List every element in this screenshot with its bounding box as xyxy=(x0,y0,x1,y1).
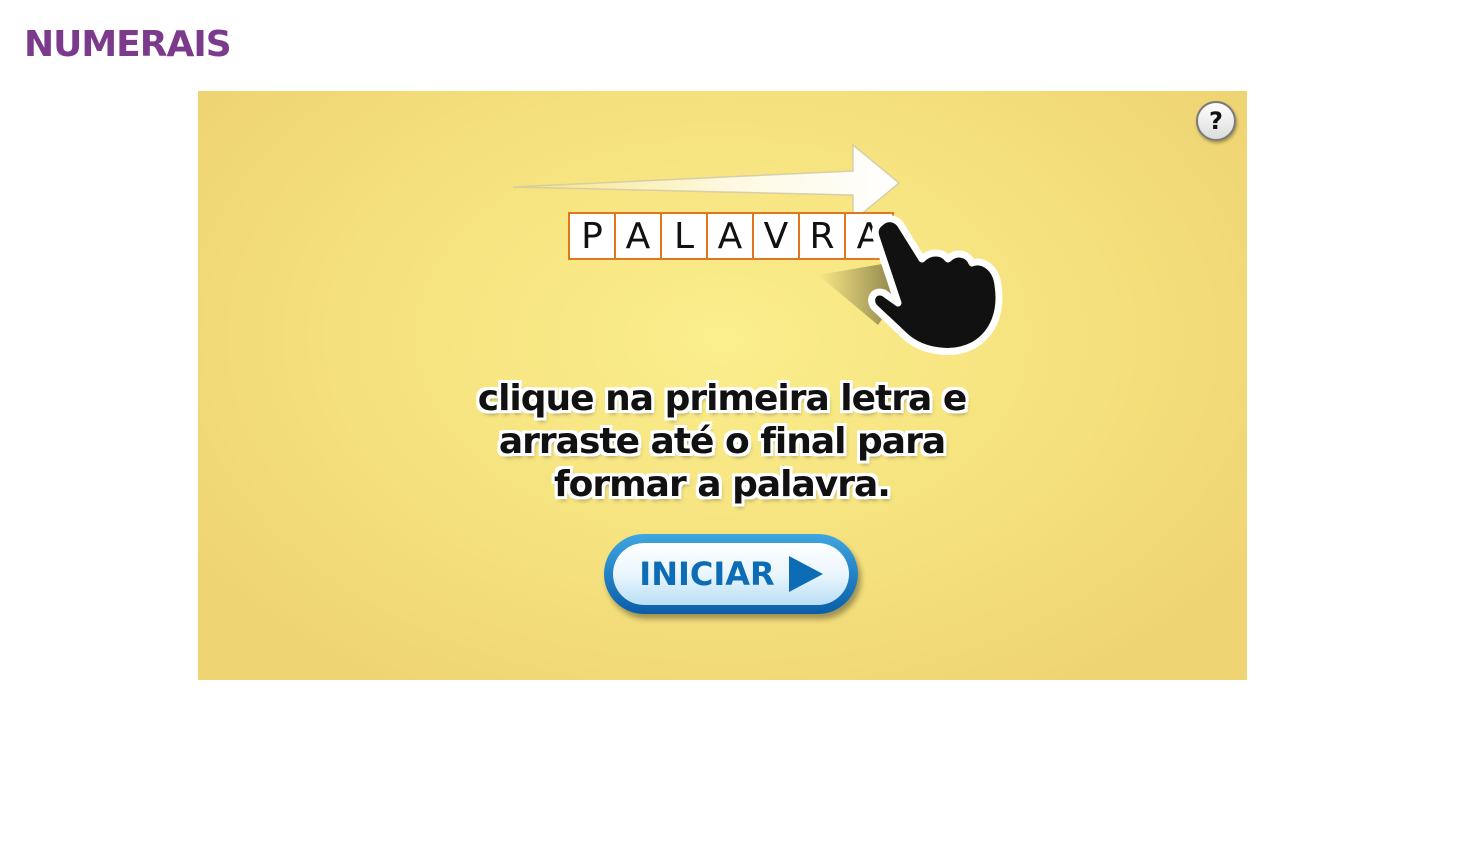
start-button[interactable]: INICIAR xyxy=(604,534,858,614)
letter-box: L xyxy=(662,214,708,258)
letter-box: V xyxy=(754,214,800,258)
play-triangle-icon xyxy=(788,556,823,592)
question-mark-icon: ? xyxy=(1209,107,1223,135)
instruction-line: formar a palavra. xyxy=(554,464,891,505)
instruction-line: clique na primeira letra e xyxy=(477,378,968,419)
arrow-right-icon xyxy=(513,143,901,221)
start-button-label: INICIAR xyxy=(639,555,775,593)
instruction-line: arraste até o final para xyxy=(498,421,946,462)
help-button[interactable]: ? xyxy=(1196,101,1236,141)
instruction-text: clique na primeira letra e arraste até o… xyxy=(422,377,1022,506)
start-button-face[interactable]: INICIAR xyxy=(613,543,849,605)
letter-box: A xyxy=(708,214,754,258)
game-frame[interactable]: ? P A L A V R A clique na primeira letra… xyxy=(198,91,1247,680)
pointing-hand-icon xyxy=(818,215,1003,355)
letter-box: A xyxy=(616,214,662,258)
page-title: NUMERAIS xyxy=(24,24,232,65)
letter-box: P xyxy=(570,214,616,258)
